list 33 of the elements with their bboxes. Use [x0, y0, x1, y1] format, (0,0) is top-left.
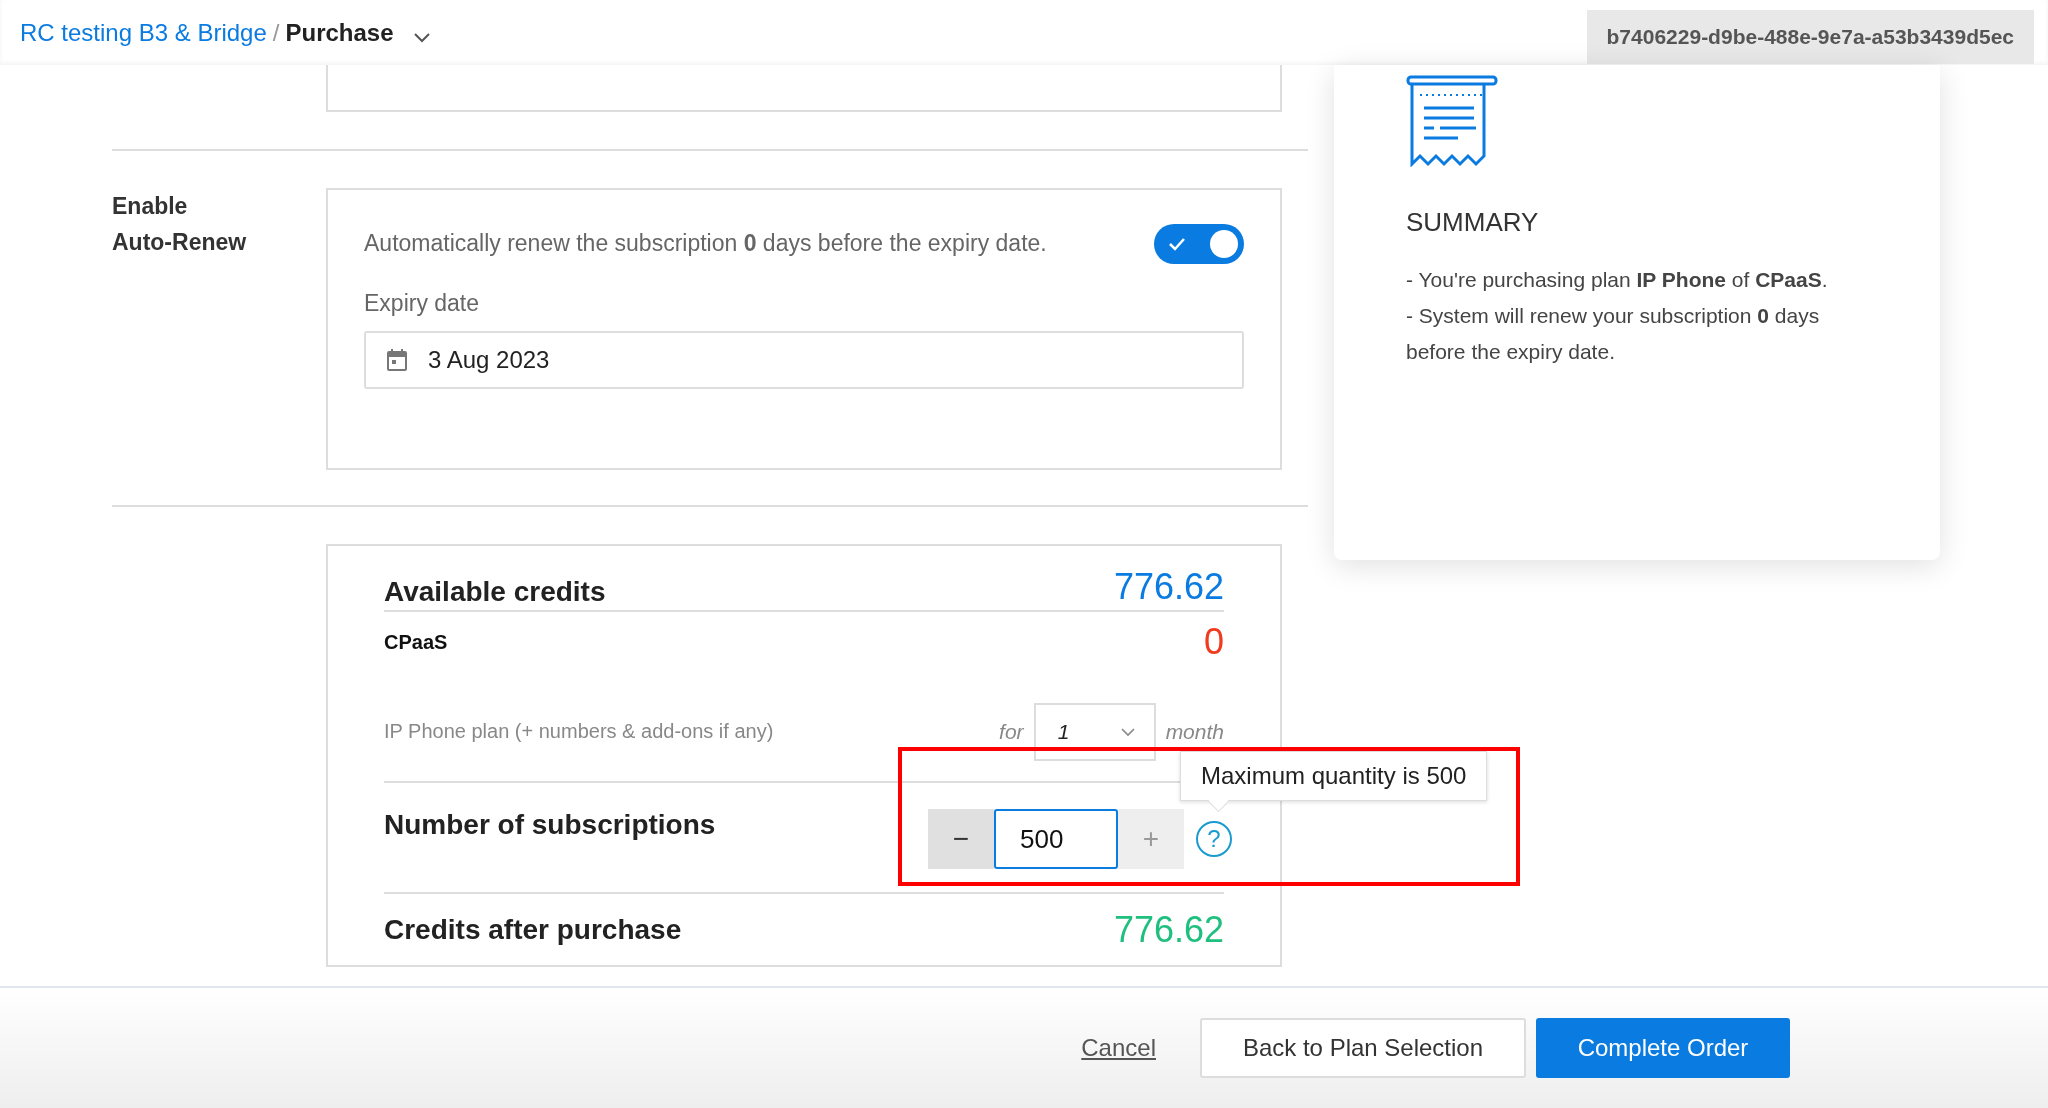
- breadcrumb-link[interactable]: RC testing B3 & Bridge: [20, 18, 267, 47]
- credit-amount: 776.62: [1113, 566, 1224, 608]
- breadcrumb-separator: /: [272, 18, 280, 47]
- plan-name: CPaaS: [384, 630, 448, 654]
- receipt-icon: [1406, 75, 1498, 167]
- credit-amount: 776.62: [1113, 909, 1224, 951]
- row-label: Available credits: [384, 576, 606, 608]
- plan-description: IP Phone plan (+ numbers & add-ons if any): [384, 720, 774, 743]
- decrement-button[interactable]: −: [928, 809, 994, 869]
- section-label: Enable Auto-Renew: [112, 192, 248, 257]
- auto-renew-description: Automatically renew the subscription 0 days before the expiry date.: [364, 229, 1047, 258]
- for-label: for: [999, 719, 1024, 744]
- subscription-id: b7406229-d9be-488e-9e7a-a53b3439d5ec: [1586, 10, 2034, 64]
- back-button[interactable]: Back to Plan Selection: [1200, 1018, 1526, 1078]
- page-title: Purchase: [285, 18, 394, 47]
- complete-order-button[interactable]: Complete Order: [1536, 1018, 1790, 1078]
- summary-text: - System will renew your subscription 0 days before the expiry date.: [1406, 303, 1821, 365]
- chevron-down-icon[interactable]: [411, 30, 432, 43]
- chevron-down-icon: [1119, 726, 1136, 737]
- calendar-icon: [386, 348, 408, 372]
- plan-balance: 0: [1203, 621, 1224, 663]
- period-unit: month: [1165, 719, 1224, 744]
- expiry-date-field[interactable]: 3 Aug 2023: [364, 331, 1244, 389]
- summary-title: SUMMARY: [1406, 207, 1540, 238]
- quantity-input[interactable]: 500: [994, 809, 1118, 869]
- field-label: Expiry date: [364, 290, 481, 317]
- row-label: Number of subscriptions: [384, 809, 716, 841]
- cancel-link[interactable]: Cancel: [1081, 1034, 1156, 1062]
- auto-renew-toggle[interactable]: [1154, 224, 1244, 264]
- row-label: Credits after purchase: [384, 914, 682, 946]
- summary-text: - You're purchasing plan IP Phone of CPaaS.: [1406, 267, 1829, 293]
- check-icon: [1168, 237, 1186, 251]
- period-dropdown[interactable]: 1: [1033, 702, 1156, 761]
